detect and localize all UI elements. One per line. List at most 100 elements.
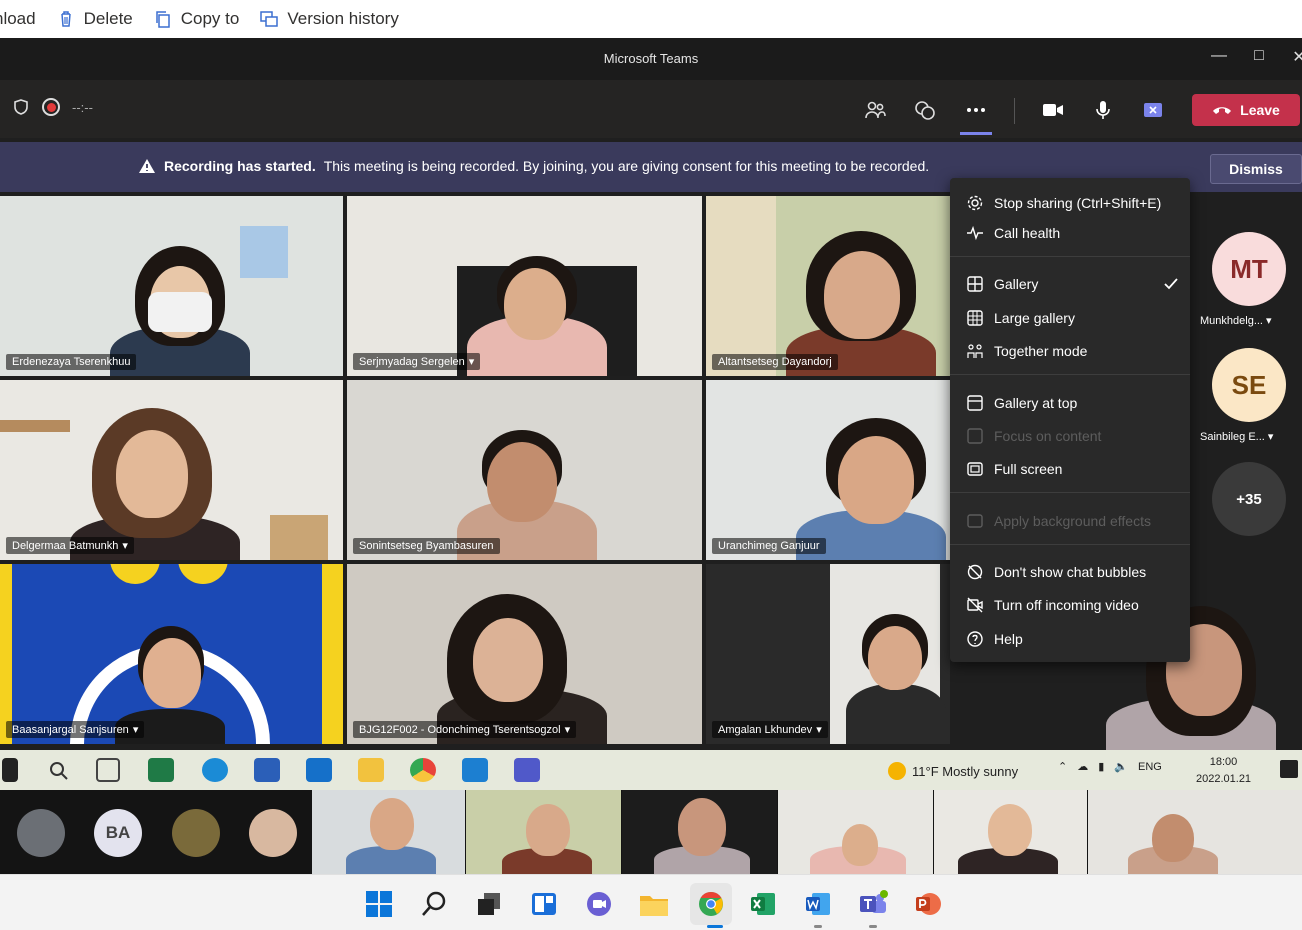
menu-large-gallery[interactable]: Large gallery <box>950 303 1190 333</box>
chevron-up-icon[interactable]: ⌃ <box>1058 760 1067 773</box>
teams-button[interactable] <box>858 889 888 919</box>
file-explorer-icon[interactable] <box>358 758 384 782</box>
leave-label: Leave <box>1240 102 1280 118</box>
folder-icon <box>640 896 668 916</box>
menu-together-mode[interactable]: Together mode <box>950 336 1190 366</box>
photos-app-icon[interactable] <box>148 758 174 782</box>
participant-thumb[interactable] <box>17 809 65 857</box>
participant-name: Serjmyadag Sergelen ▾ <box>353 353 481 370</box>
dismiss-button[interactable]: Dismiss <box>1210 154 1302 184</box>
roster-name: Sainbileg E... ▾ <box>1200 431 1274 443</box>
photos-icon[interactable] <box>462 758 488 782</box>
language-indicator[interactable]: ENG <box>1138 761 1162 773</box>
roster-avatar[interactable]: SE <box>1212 348 1286 422</box>
teams-chat-button[interactable] <box>584 889 614 919</box>
chrome-button[interactable] <box>690 883 732 925</box>
focus-icon <box>967 428 983 444</box>
roster-avatar[interactable]: MT <box>1212 232 1286 306</box>
excel-button[interactable] <box>748 889 778 919</box>
participant-video[interactable] <box>1088 790 1302 874</box>
ellipsis-icon <box>967 108 985 112</box>
participant-tile[interactable]: BJG12F002 - Odonchimeg Tserentsogzol ▾ <box>347 564 702 744</box>
chrome-icon[interactable] <box>410 758 436 782</box>
task-view-button[interactable] <box>474 889 504 919</box>
start-button[interactable] <box>364 889 394 919</box>
menu-dont-show-chat-bubbles[interactable]: Don't show chat bubbles <box>950 557 1190 587</box>
menu-call-health[interactable]: Call health <box>950 218 1190 248</box>
participant-tile[interactable]: Serjmyadag Sergelen ▾ <box>347 196 702 376</box>
task-view-icon[interactable] <box>96 758 120 782</box>
weather-widget[interactable]: 11°F Mostly sunny <box>888 762 1018 780</box>
mic-muted-icon: ▾ <box>1267 431 1274 443</box>
search-icon[interactable] <box>48 760 70 782</box>
close-button[interactable]: ✕ <box>1288 47 1302 69</box>
menu-turn-off-incoming-video[interactable]: Turn off incoming video <box>950 590 1190 620</box>
edge-icon[interactable] <box>202 758 228 782</box>
meeting-controls: --:-- Leave <box>0 80 1302 177</box>
cloud-icon[interactable]: ☁ <box>1077 760 1088 773</box>
participant-video[interactable] <box>622 790 777 874</box>
participant-tile[interactable]: Sonintsetseg Byambasuren <box>347 380 702 560</box>
menu-gallery[interactable]: Gallery <box>950 269 1190 299</box>
system-tray: ⌃ ☁ ▮ 🔈 ENG <box>1058 760 1162 774</box>
participant-tile[interactable]: Amgalan Lkhundev ▾ <box>706 564 950 744</box>
menu-help[interactable]: Help <box>950 624 1190 654</box>
menu-gallery-at-top[interactable]: Gallery at top <box>950 388 1190 418</box>
window-title: Microsoft Teams <box>603 51 699 66</box>
excel-icon <box>751 893 775 915</box>
mic-muted-icon: ▾ <box>132 724 139 736</box>
teams-icon[interactable] <box>514 758 540 782</box>
participant-name: Erdenezaya Tserenkhuu <box>6 354 137 370</box>
copy-to-button[interactable]: Copy to <box>153 9 239 29</box>
delete-button[interactable]: Delete <box>56 9 133 29</box>
widgets-icon <box>532 893 556 915</box>
search-button[interactable] <box>419 889 449 919</box>
participants-button[interactable] <box>860 95 890 125</box>
participant-tile[interactable]: Uranchimeg Ganjuur <box>706 380 950 560</box>
clock[interactable]: 18:00 2022.01.21 <box>1196 754 1251 788</box>
participant-tile[interactable]: Delgermaa Batmunkh ▾ <box>0 380 343 560</box>
microphone-button[interactable] <box>1088 95 1118 125</box>
background-effects-icon <box>967 514 983 528</box>
participant-thumb[interactable] <box>172 809 220 857</box>
battery-icon[interactable]: ▮ <box>1098 760 1104 773</box>
version-history-button[interactable]: Version history <box>259 9 399 29</box>
participant-tile[interactable]: Erdenezaya Tserenkhuu <box>0 196 343 376</box>
maximize-button[interactable]: □ <box>1248 47 1270 69</box>
participant-video[interactable] <box>934 790 1087 874</box>
camera-button[interactable] <box>1038 95 1068 125</box>
file-explorer-button[interactable] <box>639 889 669 919</box>
word-icon[interactable] <box>254 758 280 782</box>
menu-stop-sharing[interactable]: Stop sharing (Ctrl+Shift+E) <box>950 188 1190 218</box>
more-participants-button[interactable]: +35 <box>1212 462 1286 536</box>
participant-video[interactable] <box>466 790 621 874</box>
share-screen-icon <box>1144 103 1162 117</box>
participant-tile[interactable]: Altantsetseg Dayandorj <box>706 196 950 376</box>
reactions-button[interactable] <box>910 95 940 125</box>
word-icon <box>806 893 830 915</box>
participant-video[interactable] <box>778 790 933 874</box>
more-options-button[interactable] <box>961 95 991 125</box>
notifications-icon[interactable] <box>1280 760 1298 778</box>
widgets-button[interactable] <box>529 889 559 919</box>
more-count: +35 <box>1236 490 1262 508</box>
powerpoint-button[interactable] <box>913 889 943 919</box>
menu-full-screen[interactable]: Full screen <box>950 454 1190 484</box>
mic-muted-icon: ▾ <box>816 724 822 736</box>
participant-avatar[interactable]: BA <box>94 809 142 857</box>
windows-start-icon[interactable] <box>2 758 18 782</box>
participant-tile[interactable]: Baasanjargal Sanjsuren ▾ <box>0 564 343 744</box>
windows-taskbar <box>0 874 1302 930</box>
minimize-button[interactable]: — <box>1208 47 1230 69</box>
stop-share-button[interactable] <box>1138 95 1168 125</box>
mail-icon[interactable] <box>306 758 332 782</box>
participant-thumb[interactable] <box>249 809 297 857</box>
teams-window: Microsoft Teams — □ ✕ --:-- Leave Record… <box>0 38 1302 750</box>
download-button[interactable]: nload <box>0 9 36 29</box>
word-button[interactable] <box>803 889 833 919</box>
leave-button[interactable]: Leave <box>1192 94 1300 126</box>
delete-label: Delete <box>83 9 133 28</box>
participant-video[interactable] <box>312 790 465 874</box>
checkmark-icon <box>1164 278 1178 290</box>
volume-icon[interactable]: 🔈 <box>1114 760 1128 773</box>
